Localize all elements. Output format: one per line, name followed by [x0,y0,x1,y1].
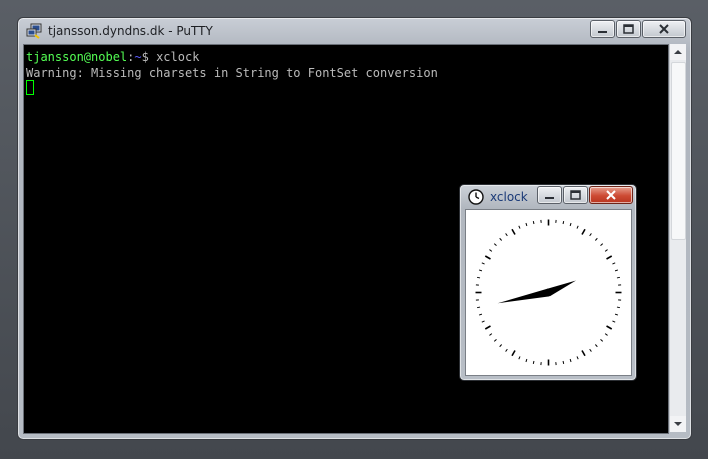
close-icon [606,190,616,200]
arrow-up-icon [674,50,682,54]
minute-tick [589,233,592,237]
minute-tick [489,333,493,336]
minute-tick [604,333,608,336]
minute-tick [525,358,528,363]
minute-tick [478,269,483,272]
prompt-path: ~ [134,50,142,64]
minimize-icon [598,31,607,33]
hour-tick [484,255,491,260]
hour-tick [581,350,586,357]
arrow-down-icon [674,422,682,426]
hour-hand [544,280,577,297]
minute-tick [476,276,481,279]
maximize-button[interactable] [616,20,641,38]
window-title: tjansson.dyndns.dk - PuTTY [48,24,213,38]
hour-tick [511,228,516,235]
minute-tick [478,313,483,316]
minute-tick [505,348,508,352]
minute-tick [594,344,598,348]
minute-hand [497,288,553,304]
minute-tick [616,306,621,309]
minute-tick [589,348,592,352]
minute-tick [600,338,604,342]
prompt-user: tjansson@nobel [26,50,128,64]
scroll-up-button[interactable] [670,44,686,60]
maximize-icon [570,190,581,200]
minute-tick [518,225,521,229]
xclock-window: xclock [459,184,637,381]
hour-tick [606,325,613,330]
minute-tick [594,237,598,241]
clock-dial [475,219,622,366]
clock-icon[interactable] [468,189,484,205]
hour-tick [484,325,491,330]
minimize-icon [545,197,554,199]
prompt-line: tjansson@nobel:~$ xclock [26,49,199,65]
hour-tick [581,228,586,235]
minute-tick [493,243,497,247]
minute-tick [569,222,572,227]
close-button[interactable] [642,20,686,38]
minute-tick [481,262,485,265]
putty-icon[interactable] [26,23,42,39]
minute-tick [525,222,528,227]
hour-tick [606,255,613,260]
minute-tick [532,360,535,365]
minute-tick [612,320,616,323]
minute-tick [612,262,616,265]
vertical-scrollbar[interactable] [669,44,686,432]
minute-tick [499,237,503,241]
xclock-maximize-button[interactable] [563,186,588,204]
minimize-button[interactable] [590,20,615,38]
minute-tick [481,320,485,323]
minute-tick [614,269,619,272]
xclock-title: xclock [490,190,528,204]
close-icon [659,24,669,34]
maximize-icon [623,24,634,34]
minute-tick [505,233,508,237]
minute-tick [616,276,621,279]
minute-tick [576,225,579,229]
putty-titlebar[interactable]: tjansson.dyndns.dk - PuTTY [18,18,691,44]
xclock-close-button[interactable] [589,186,633,204]
xclock-minimize-button[interactable] [537,186,562,204]
minute-tick [499,344,503,348]
minute-tick [562,220,565,225]
minute-tick [604,249,608,252]
minute-tick [576,356,579,360]
minute-tick [518,356,521,360]
minute-tick [493,338,497,342]
minute-tick [489,249,493,252]
minute-tick [614,313,619,316]
minute-tick [600,243,604,247]
warning-line: Warning: Missing charsets in String to F… [26,66,438,80]
minute-tick [562,360,565,365]
clock-face [465,209,632,376]
hour-tick [511,350,516,357]
minute-tick [532,220,535,225]
scroll-down-button[interactable] [670,416,686,432]
terminal-cursor [26,80,34,95]
minute-tick [569,358,572,363]
scrollbar-thumb[interactable] [671,62,686,240]
minute-tick [476,306,481,309]
command-text: xclock [156,50,200,64]
prompt-symbol: $ [141,50,157,64]
